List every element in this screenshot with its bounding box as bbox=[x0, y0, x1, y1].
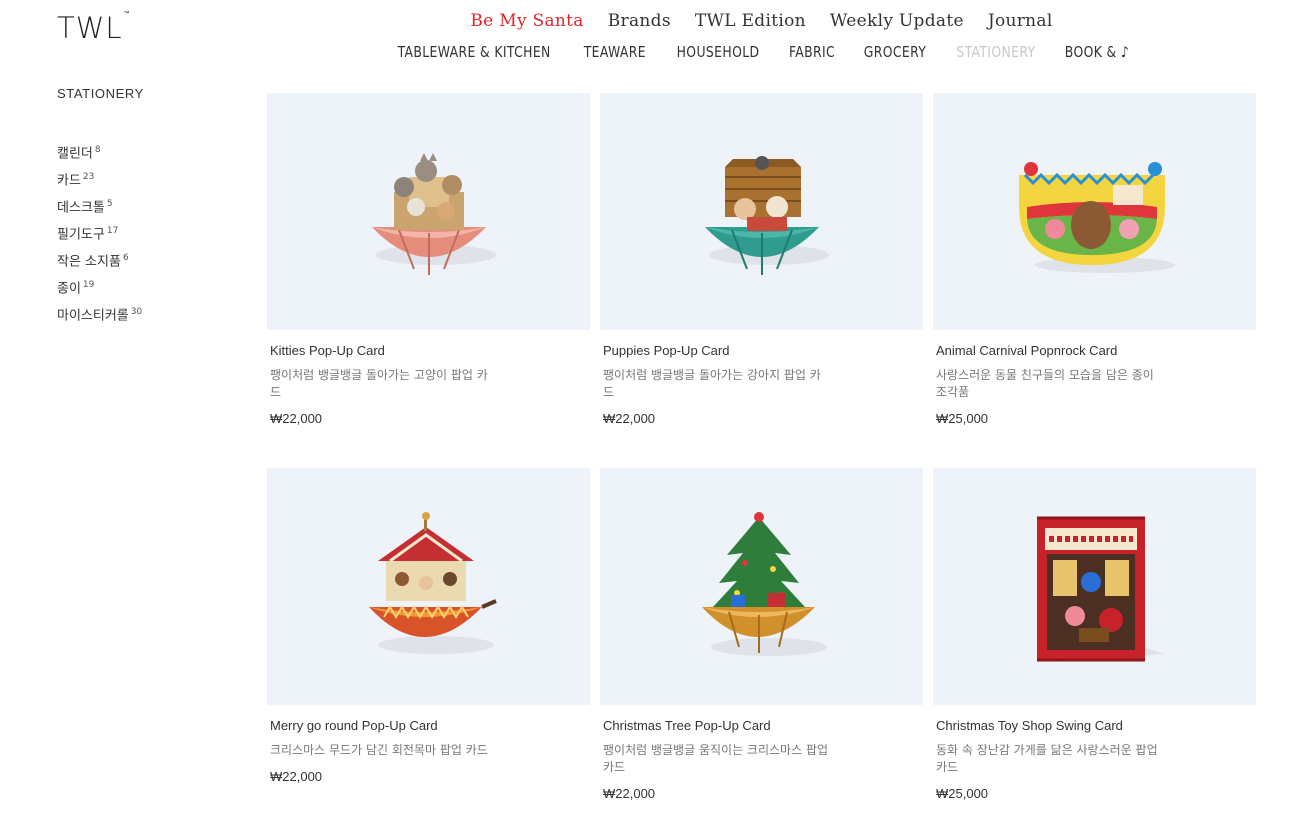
nav-be-my-santa[interactable]: Be My Santa bbox=[470, 11, 583, 31]
nav-journal[interactable]: Journal bbox=[988, 11, 1053, 31]
sidebar-item-my-sticker-roll[interactable]: 마이스티커롤 30 bbox=[57, 301, 142, 328]
product-description: 팽이처럼 뱅글뱅글 돌아가는 고양이 팝업 카드 bbox=[270, 368, 488, 399]
product-description: 팽이처럼 뱅글뱅글 움직이는 크리스마스 팝업 카드 bbox=[603, 743, 829, 774]
nav-brands[interactable]: Brands bbox=[608, 11, 671, 31]
product-name[interactable]: Merry go round Pop-Up Card bbox=[267, 718, 590, 733]
product-card[interactable]: Merry go round Pop-Up Card 크리스마스 무드가 담긴 … bbox=[267, 468, 590, 840]
sidebar-item-card[interactable]: 카드 23 bbox=[57, 166, 142, 193]
product-image-kitties[interactable] bbox=[267, 93, 590, 330]
product-price: ₩22,000 bbox=[603, 411, 656, 426]
toy-shop-card-illustration bbox=[1036, 516, 1165, 662]
christmas-tree-card-illustration bbox=[701, 511, 827, 656]
sidebar-item-desk-tool[interactable]: 데스크톨 5 bbox=[57, 193, 142, 220]
product-price: ₩22,000 bbox=[270, 769, 323, 784]
category-book-music[interactable]: BOOK & ♪ bbox=[1065, 43, 1129, 61]
sidebar-item-count: 5 bbox=[106, 199, 113, 210]
category-grocery[interactable]: GROCERY bbox=[863, 43, 925, 61]
product-description: 팽이처럼 뱅글뱅글 돌아가는 강아지 팝업 카드 bbox=[603, 368, 821, 399]
category-nav: TABLEWARE & KITCHEN TEAWARE HOUSEHOLD FA… bbox=[0, 43, 1291, 61]
sidebar-item-writing-tools[interactable]: 필기도구 17 bbox=[57, 220, 142, 247]
sidebar-item-label: 종이 bbox=[57, 281, 81, 297]
product-description: 동화 속 장난감 가게를 닮은 사랑스러운 팝업 카드 bbox=[936, 743, 1158, 774]
product-image-animal-carnival[interactable] bbox=[933, 93, 1256, 330]
product-description: 크리스마스 무드가 담긴 회전목마 팝업 카드 bbox=[270, 743, 488, 757]
product-description: 사랑스러운 동물 친구들의 모습을 담은 종이 조각품 bbox=[936, 368, 1154, 399]
product-card[interactable]: Kitties Pop-Up Card 팽이처럼 뱅글뱅글 돌아가는 고양이 팝… bbox=[267, 93, 590, 468]
sidebar-item-label: 캘린더 bbox=[57, 146, 93, 162]
product-card[interactable]: Christmas Tree Pop-Up Card 팽이처럼 뱅글뱅글 움직이… bbox=[600, 468, 923, 840]
product-card[interactable]: Christmas Toy Shop Swing Card 동화 속 장난감 가… bbox=[933, 468, 1256, 840]
kitties-popup-card-illustration bbox=[371, 152, 496, 275]
product-price: ₩22,000 bbox=[603, 786, 656, 801]
product-image-christmas-tree[interactable] bbox=[600, 468, 923, 705]
sidebar-item-count: 6 bbox=[122, 253, 129, 264]
product-name[interactable]: Kitties Pop-Up Card bbox=[267, 343, 590, 358]
product-image-merry-go-round[interactable] bbox=[267, 468, 590, 705]
primary-nav: Be My Santa Brands TWL Edition Weekly Up… bbox=[0, 11, 1291, 31]
sidebar-item-label: 작은 소지품 bbox=[57, 254, 121, 270]
sidebar-item-count: 17 bbox=[106, 226, 119, 237]
category-household[interactable]: HOUSEHOLD bbox=[676, 43, 759, 61]
product-card[interactable]: Animal Carnival Popnrock Card 사랑스러운 동물 친… bbox=[933, 93, 1256, 468]
product-price: ₩25,000 bbox=[936, 786, 989, 801]
category-fabric[interactable]: FABRIC bbox=[789, 43, 835, 61]
product-card[interactable]: Puppies Pop-Up Card 팽이처럼 뱅글뱅글 돌아가는 강아지 팝… bbox=[600, 93, 923, 468]
product-name[interactable]: Animal Carnival Popnrock Card bbox=[933, 343, 1256, 358]
category-tableware-kitchen[interactable]: TABLEWARE & KITCHEN bbox=[397, 43, 550, 61]
sidebar-item-label: 카드 bbox=[57, 173, 81, 189]
sidebar-item-count: 23 bbox=[82, 172, 95, 183]
sidebar-item-label: 필기도구 bbox=[57, 227, 105, 243]
category-teaware[interactable]: TEAWARE bbox=[584, 43, 646, 61]
sidebar-item-label: 데스크톨 bbox=[57, 200, 105, 216]
merry-go-round-card-illustration bbox=[368, 511, 497, 654]
product-image-puppies[interactable] bbox=[600, 93, 923, 330]
animal-carnival-card-illustration bbox=[1018, 161, 1175, 273]
sidebar-item-count: 8 bbox=[94, 145, 101, 155]
nav-twl-edition[interactable]: TWL Edition bbox=[695, 11, 806, 31]
sidebar-category-list: 캘린더 8 카드 23 데스크톨 5 필기도구 17 작은 소지품 6 종이 19 마이스티… bbox=[57, 139, 142, 328]
product-name[interactable]: Christmas Tree Pop-Up Card bbox=[600, 718, 923, 733]
category-stationery[interactable]: STATIONERY bbox=[956, 43, 1035, 61]
sidebar-item-count: 30 bbox=[130, 307, 143, 318]
sidebar-item-count: 19 bbox=[82, 280, 95, 291]
product-price: ₩25,000 bbox=[936, 411, 989, 426]
product-image-toy-shop[interactable] bbox=[933, 468, 1256, 705]
sidebar-item-calendar[interactable]: 캘린더 8 bbox=[57, 139, 142, 166]
product-name[interactable]: Puppies Pop-Up Card bbox=[600, 343, 923, 358]
sidebar-item-paper[interactable]: 종이 19 bbox=[57, 274, 142, 301]
product-price: ₩22,000 bbox=[270, 411, 323, 426]
sidebar-item-small-goods[interactable]: 작은 소지품 6 bbox=[57, 247, 142, 274]
product-grid: Kitties Pop-Up Card 팽이처럼 뱅글뱅글 돌아가는 고양이 팝… bbox=[267, 93, 1256, 840]
sidebar-title: STATIONERY bbox=[57, 86, 144, 101]
puppies-popup-card-illustration bbox=[704, 155, 829, 275]
sidebar-item-label: 마이스티커롤 bbox=[57, 308, 129, 324]
product-name[interactable]: Christmas Toy Shop Swing Card bbox=[933, 718, 1256, 733]
nav-weekly-update[interactable]: Weekly Update bbox=[830, 11, 964, 31]
